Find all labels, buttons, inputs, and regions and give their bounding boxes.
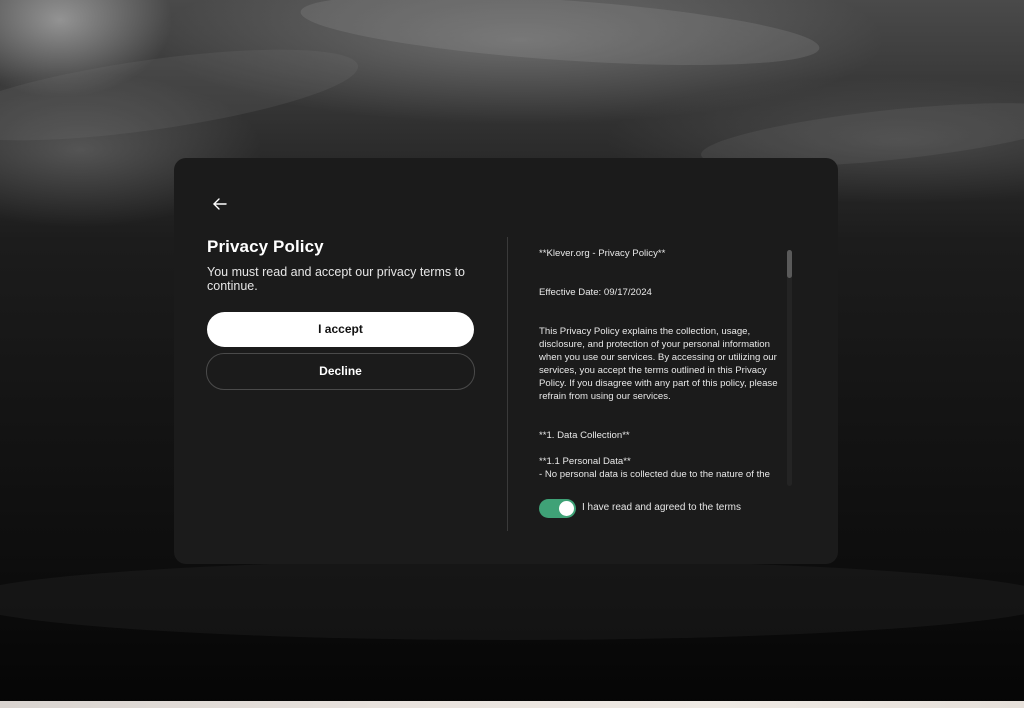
policy-section-1: **1. Data Collection** (539, 430, 630, 441)
policy-section-1-1: **1.1 Personal Data** (539, 456, 631, 467)
policy-scrollbar-track[interactable] (787, 250, 792, 486)
back-button[interactable] (210, 195, 230, 213)
decline-button[interactable]: Decline (206, 353, 475, 390)
policy-text-scroll[interactable]: **Klever.org - Privacy Policy** Effectiv… (539, 247, 787, 485)
policy-scrollbar-thumb[interactable] (787, 250, 792, 278)
vertical-divider (507, 237, 508, 531)
policy-intro: This Privacy Policy explains the collect… (539, 326, 778, 402)
agree-toggle[interactable] (539, 499, 576, 518)
dialog-subtitle: You must read and accept our privacy ter… (207, 265, 466, 293)
policy-effective-date: Effective Date: 09/17/2024 (539, 287, 652, 298)
dialog-title: Privacy Policy (207, 237, 324, 256)
accept-button[interactable]: I accept (207, 312, 474, 347)
policy-heading: **Klever.org - Privacy Policy** (539, 248, 666, 259)
toggle-knob (559, 501, 574, 516)
agree-toggle-label: I have read and agreed to the terms (582, 502, 741, 513)
taskbar-strip (0, 701, 1024, 708)
arrow-left-icon (213, 198, 227, 210)
policy-section-1-1-text: - No personal data is collected due to t… (539, 469, 770, 480)
